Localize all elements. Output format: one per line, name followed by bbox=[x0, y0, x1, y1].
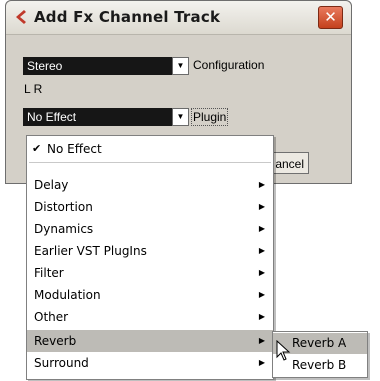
menu-item-label: Delay bbox=[34, 178, 69, 192]
submenu-arrow-icon: ▶ bbox=[258, 180, 265, 189]
menu-item-reverb[interactable]: Reverb ▶ bbox=[27, 330, 273, 352]
menu-item-earlier-vst-plugins[interactable]: Earlier VST PlugIns ▶ bbox=[27, 240, 273, 262]
menu-item-label: Earlier VST PlugIns bbox=[34, 244, 147, 258]
submenu-item-label: Reverb B bbox=[292, 358, 347, 372]
menu-item-label: Reverb bbox=[34, 334, 77, 348]
configuration-value: Stereo bbox=[27, 59, 63, 73]
cubase-logo-icon bbox=[16, 10, 26, 24]
plugin-label: Plugin bbox=[191, 108, 229, 126]
submenu-arrow-icon: ▶ bbox=[258, 268, 265, 277]
plugin-dropdown[interactable]: No Effect ▼ bbox=[23, 108, 189, 126]
menu-item-dynamics[interactable]: Dynamics ▶ bbox=[27, 218, 273, 240]
menu-item-other[interactable]: Other ▶ bbox=[27, 306, 273, 328]
menu-item-delay[interactable]: Delay ▶ bbox=[27, 174, 273, 196]
menu-item-label: Dynamics bbox=[34, 222, 94, 236]
menu-separator bbox=[29, 162, 271, 163]
configuration-dropdown[interactable]: Stereo ▼ bbox=[23, 57, 189, 75]
submenu-arrow-icon: ▶ bbox=[258, 246, 265, 255]
menu-item-distortion[interactable]: Distortion ▶ bbox=[27, 196, 273, 218]
menu-item-label: Modulation bbox=[34, 288, 101, 302]
chevron-down-icon[interactable]: ▼ bbox=[172, 57, 189, 75]
menu-item-filter[interactable]: Filter ▶ bbox=[27, 262, 273, 284]
submenu-arrow-icon: ▶ bbox=[258, 290, 265, 299]
submenu-arrow-icon: ▶ bbox=[258, 224, 265, 233]
dialog-title: Add Fx Channel Track bbox=[34, 8, 221, 26]
submenu-arrow-icon: ▶ bbox=[258, 336, 265, 345]
menu-item-no-effect[interactable]: ✔ No Effect bbox=[27, 138, 273, 160]
configuration-label: Configuration bbox=[193, 58, 265, 72]
channels-label: L R bbox=[24, 82, 43, 96]
menu-item-label: Distortion bbox=[34, 200, 93, 214]
menu-item-surround[interactable]: Surround ▶ bbox=[27, 352, 273, 374]
menu-item-modulation[interactable]: Modulation ▶ bbox=[27, 284, 273, 306]
submenu-arrow-icon: ▶ bbox=[258, 202, 265, 211]
submenu-item-label: Reverb A bbox=[292, 336, 347, 350]
submenu-arrow-icon: ▶ bbox=[258, 312, 265, 321]
mouse-pointer-icon bbox=[276, 340, 291, 361]
submenu-arrow-icon: ▶ bbox=[258, 358, 265, 367]
menu-item-label: No Effect bbox=[47, 142, 102, 156]
plugin-value: No Effect bbox=[27, 110, 77, 124]
plugin-menu: ✔ No Effect Delay ▶ Distortion ▶ Dynamic… bbox=[26, 135, 274, 380]
close-button[interactable]: ✕ bbox=[318, 6, 343, 29]
menu-item-label: Other bbox=[34, 310, 69, 324]
check-icon: ✔ bbox=[32, 142, 42, 155]
title-bar[interactable]: Add Fx Channel Track ✕ bbox=[6, 1, 351, 35]
menu-item-label: Surround bbox=[34, 356, 89, 370]
menu-item-label: Filter bbox=[34, 266, 64, 280]
chevron-down-icon[interactable]: ▼ bbox=[172, 108, 189, 126]
